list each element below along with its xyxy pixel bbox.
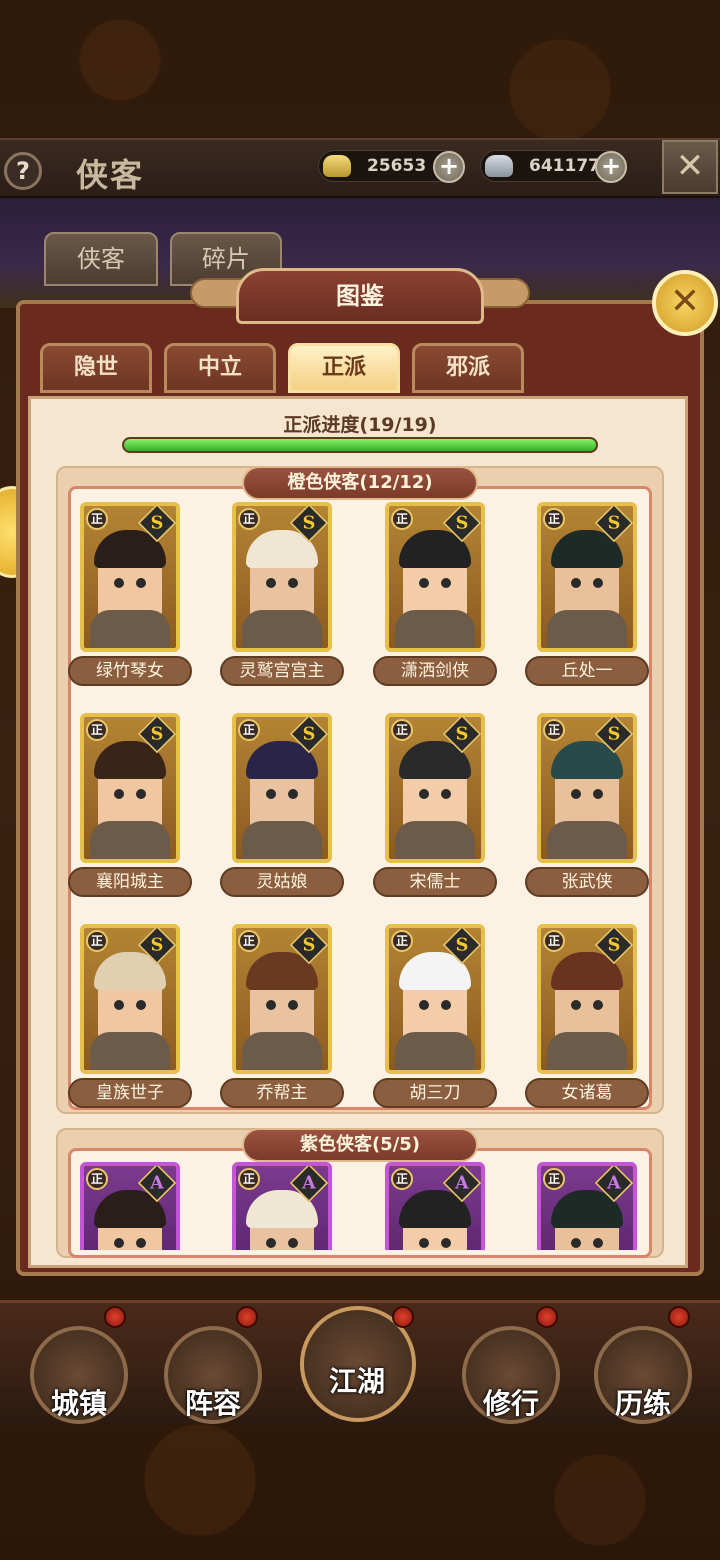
nav-label[interactable]: 历练 xyxy=(583,1382,703,1422)
hero-eye xyxy=(114,1238,124,1248)
faction-badge: 正 xyxy=(238,1168,260,1190)
hero-card[interactable]: 正A xyxy=(385,1162,485,1250)
lantern-ornament xyxy=(668,1306,690,1328)
faction-badge: 正 xyxy=(543,1168,565,1190)
nav-label[interactable]: 修行 xyxy=(451,1382,571,1422)
hero-eye xyxy=(136,1238,146,1248)
hero-eye xyxy=(441,1238,451,1248)
nav-label[interactable]: 江湖 xyxy=(297,1360,417,1400)
hero-portrait xyxy=(551,1190,623,1250)
hero-eye xyxy=(288,1238,298,1248)
hero-portrait xyxy=(94,1190,166,1250)
grade-letter: A xyxy=(150,1172,164,1194)
grade-letter: A xyxy=(302,1172,316,1194)
grade-letter: A xyxy=(455,1172,469,1194)
lantern-ornament xyxy=(536,1306,558,1328)
lantern-ornament xyxy=(236,1306,258,1328)
hero-portrait xyxy=(399,1190,471,1250)
lantern-ornament xyxy=(104,1306,126,1328)
nav-label[interactable]: 城镇 xyxy=(19,1382,139,1422)
hero-card[interactable]: 正A xyxy=(232,1162,332,1250)
nav-label[interactable]: 阵容 xyxy=(153,1382,273,1422)
hero-eye xyxy=(266,1238,276,1248)
hero-eye xyxy=(593,1238,603,1248)
faction-badge: 正 xyxy=(86,1168,108,1190)
grade-letter: A xyxy=(607,1172,621,1194)
hero-card[interactable]: 正A xyxy=(537,1162,637,1250)
hero-portrait xyxy=(246,1190,318,1250)
hero-eye xyxy=(571,1238,581,1248)
lantern-ornament xyxy=(392,1306,414,1328)
faction-badge: 正 xyxy=(391,1168,413,1190)
hero-card[interactable]: 正A xyxy=(80,1162,180,1250)
hero-eye xyxy=(419,1238,429,1248)
